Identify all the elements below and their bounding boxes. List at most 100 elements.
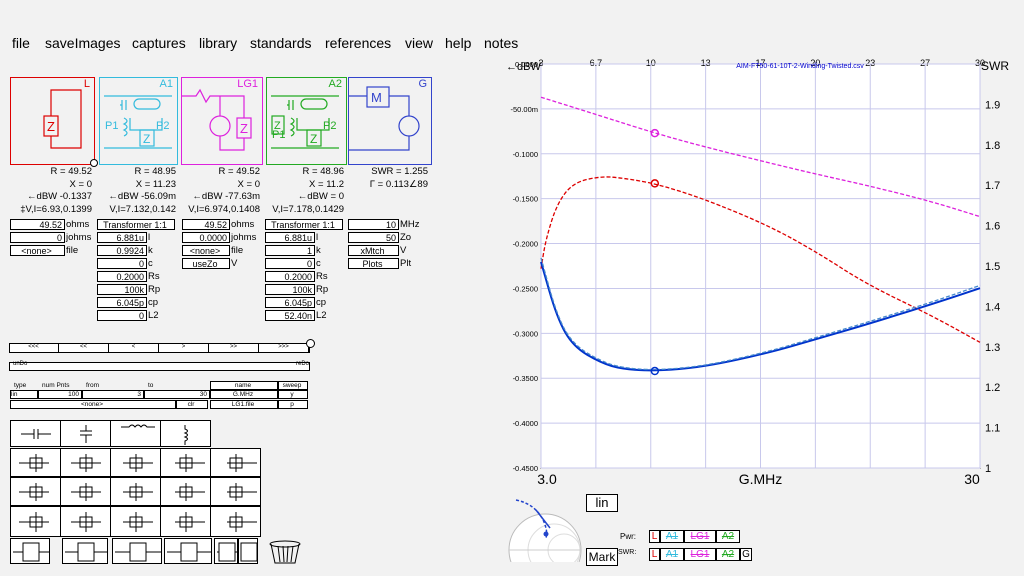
a1-param-input[interactable]: 100k bbox=[97, 284, 147, 295]
switch-s-icon[interactable] bbox=[112, 538, 162, 564]
a2-param-input[interactable]: 0.2000 bbox=[265, 271, 315, 282]
stub-icon[interactable] bbox=[160, 448, 211, 477]
menu-captures[interactable]: captures bbox=[132, 35, 186, 51]
sweep-p-button[interactable]: p bbox=[278, 400, 308, 409]
sweep-chart[interactable]: 3 6.7 10 13 17 20 23 27 300.0000-50.00m-0.1000-0… bbox=[500, 56, 1020, 488]
coupled-inductor-icon[interactable] bbox=[10, 477, 61, 506]
redo-button[interactable]: reDo bbox=[296, 361, 309, 367]
nav-step-button[interactable]: <<< bbox=[9, 343, 59, 353]
transformer-p-icon[interactable] bbox=[164, 538, 212, 564]
a2-param-input[interactable]: 6.881u bbox=[265, 232, 315, 243]
nav-step-button[interactable]: << bbox=[59, 343, 109, 353]
load-reactance-input[interactable]: 0 bbox=[10, 232, 65, 243]
lr-network-icon[interactable] bbox=[160, 506, 211, 537]
menu-references[interactable]: references bbox=[325, 35, 391, 51]
transformer-tap-icon[interactable] bbox=[210, 477, 261, 506]
resistor-icon[interactable] bbox=[60, 506, 111, 537]
sweep-to-input[interactable]: 30 bbox=[144, 390, 210, 399]
trash-icon[interactable] bbox=[268, 540, 302, 564]
sweep-lg1-file[interactable]: LG1.file bbox=[210, 400, 278, 409]
block-generator[interactable]: G M bbox=[348, 77, 432, 165]
smith-chart-icon[interactable] bbox=[506, 490, 584, 562]
a2-param-input[interactable]: 1 bbox=[265, 245, 315, 256]
a1-param-input[interactable]: 0.2000 bbox=[97, 271, 147, 282]
inductor-coil-icon[interactable] bbox=[160, 477, 211, 506]
menu-standards[interactable]: standards bbox=[250, 35, 311, 51]
a2-type-select[interactable]: Transformer 1:1 bbox=[265, 219, 343, 230]
legend-item-a2[interactable]: A2 bbox=[716, 530, 740, 543]
a1-param-input[interactable]: 6.045p bbox=[97, 297, 147, 308]
menu-view[interactable]: view bbox=[405, 35, 433, 51]
legend-item-a2[interactable]: A2 bbox=[716, 548, 740, 561]
mark-button[interactable]: Mark bbox=[586, 548, 618, 566]
a1-param-input[interactable]: 0 bbox=[97, 310, 147, 321]
sweep-sweep-input[interactable]: y bbox=[278, 390, 308, 399]
a2-param-input[interactable]: 52.40n bbox=[265, 310, 315, 321]
legend-item-l[interactable]: L bbox=[649, 530, 660, 543]
right-tick-label: 1.9 bbox=[985, 99, 1000, 111]
lg1-file-input[interactable]: <none> bbox=[182, 245, 230, 256]
block-a1[interactable]: A1 P1 P2 Z bbox=[99, 77, 178, 165]
undo-button[interactable]: unDo bbox=[13, 361, 27, 367]
network-n-icon[interactable] bbox=[62, 538, 108, 564]
sweep-name-input[interactable]: G.MHz bbox=[210, 390, 278, 399]
load-network-icon[interactable] bbox=[10, 506, 61, 537]
sweep-file-input[interactable]: <none> bbox=[10, 400, 176, 409]
block-load[interactable]: L Z bbox=[10, 77, 95, 165]
load-file-input[interactable]: <none> bbox=[10, 245, 65, 256]
lg1-usezo-button[interactable]: useZo bbox=[182, 258, 230, 269]
a1-param-input[interactable]: 0 bbox=[97, 258, 147, 269]
menu-notes[interactable]: notes bbox=[484, 35, 518, 51]
sweep-from-input[interactable]: 3 bbox=[82, 390, 144, 399]
inductor-shunt-icon[interactable] bbox=[160, 420, 211, 447]
capacitor-series-icon[interactable] bbox=[10, 420, 61, 447]
pattern-icon[interactable] bbox=[214, 538, 238, 564]
capacitor-pair-icon[interactable] bbox=[60, 477, 111, 506]
sweep-type-input[interactable]: lin bbox=[10, 390, 38, 399]
lin-button[interactable]: lin bbox=[586, 494, 618, 512]
load-f-icon[interactable] bbox=[10, 538, 50, 564]
block-a2[interactable]: A2 Z P1 P2 Z bbox=[266, 77, 347, 165]
nav-step-button[interactable]: < bbox=[109, 343, 159, 353]
a2-param-input[interactable]: 100k bbox=[265, 284, 315, 295]
inductor-series-icon[interactable] bbox=[110, 420, 161, 447]
transmission-line-icon[interactable] bbox=[60, 448, 111, 477]
generator-param-input[interactable]: 10 bbox=[348, 219, 399, 230]
legend-item-l[interactable]: L bbox=[649, 548, 660, 561]
transformer-series-icon[interactable] bbox=[110, 448, 161, 477]
a1-param-input[interactable]: 0.9924 bbox=[97, 245, 147, 256]
menu-help[interactable]: help bbox=[445, 35, 471, 51]
legend-item-a1[interactable]: A1 bbox=[660, 548, 684, 561]
nav-step-button[interactable]: > bbox=[159, 343, 209, 353]
legend-item-lg1[interactable]: LG1 bbox=[684, 530, 716, 543]
menu-library[interactable]: library bbox=[199, 35, 237, 51]
menu-saveimages[interactable]: saveImages bbox=[45, 35, 120, 51]
lc-series-icon[interactable] bbox=[110, 477, 161, 506]
lg1-reactance-input[interactable]: 0.0000 bbox=[182, 232, 230, 243]
close-box-icon[interactable] bbox=[238, 538, 258, 564]
capacitor-variable-icon[interactable] bbox=[210, 506, 261, 537]
generator-param-input[interactable]: 50 bbox=[348, 232, 399, 243]
legend-item-g[interactable]: G bbox=[740, 548, 752, 561]
nav-step-button[interactable]: >> bbox=[209, 343, 259, 353]
load-resistance-input[interactable]: 49.52 bbox=[10, 219, 65, 230]
nav-knob[interactable] bbox=[306, 339, 315, 348]
transformer-shunt-icon[interactable] bbox=[10, 448, 61, 477]
capacitor-trimmer-icon[interactable] bbox=[110, 506, 161, 537]
generator-param-input[interactable]: Plots bbox=[348, 258, 399, 269]
capacitor-shunt-icon[interactable] bbox=[60, 420, 111, 447]
sweep-num-input[interactable]: 100 bbox=[38, 390, 82, 399]
block-lg1[interactable]: LG1 Z bbox=[181, 77, 263, 165]
sweep-clear-button[interactable]: clr bbox=[176, 400, 208, 409]
a1-type-select[interactable]: Transformer 1:1 bbox=[97, 219, 175, 230]
legend-item-a1[interactable]: A1 bbox=[660, 530, 684, 543]
menu-file[interactable]: file bbox=[12, 35, 30, 51]
a2-param-input[interactable]: 0 bbox=[265, 258, 315, 269]
lg1-resistance-input[interactable]: 49.52 bbox=[182, 219, 230, 230]
nav-step-button[interactable]: >>> bbox=[259, 343, 309, 353]
a2-param-input[interactable]: 6.045p bbox=[265, 297, 315, 308]
legend-item-lg1[interactable]: LG1 bbox=[684, 548, 716, 561]
generator-param-input[interactable]: xMtch bbox=[348, 245, 399, 256]
t-section-icon[interactable] bbox=[210, 448, 261, 477]
a1-param-input[interactable]: 6.881u bbox=[97, 232, 147, 243]
